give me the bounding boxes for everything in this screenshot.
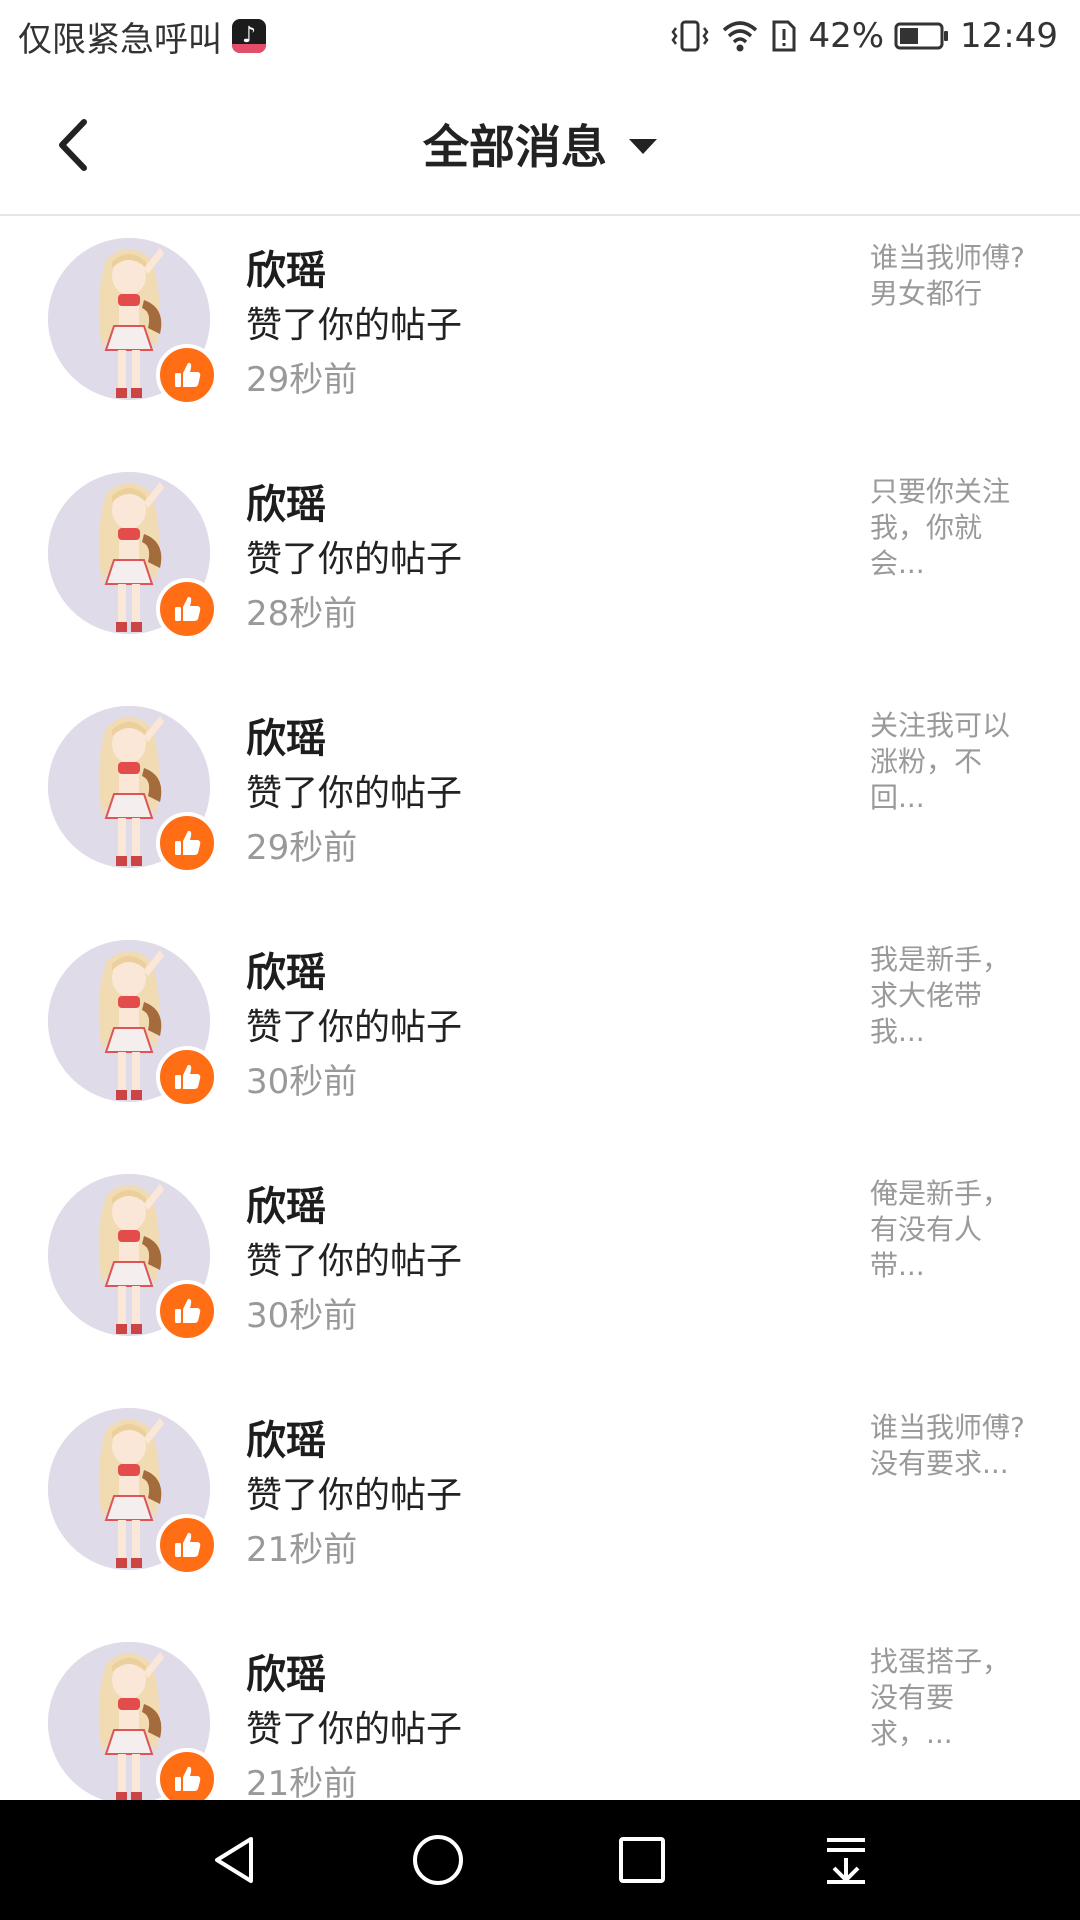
sender-name[interactable]: 欣瑶	[246, 1408, 326, 1466]
battery-percent: 42%	[808, 16, 885, 56]
message-item[interactable]: 欣瑶 赞了你的帖子 29秒前 关注我可以涨粉，不回...	[0, 684, 1080, 918]
back-triangle-icon	[215, 1837, 253, 1883]
sender-name[interactable]: 欣瑶	[246, 238, 326, 296]
tiktok-icon: ♪	[232, 19, 266, 53]
system-nav-bar	[0, 1800, 1080, 1920]
post-preview[interactable]: 谁当我师傅?男女都行	[870, 240, 1030, 312]
action-text: 赞了你的帖子	[246, 305, 463, 346]
thumbs-up-icon	[175, 596, 201, 621]
clock-text: 12:49	[960, 16, 1058, 56]
message-item[interactable]: 欣瑶 赞了你的帖子 30秒前 我是新手，求大佬带我...	[0, 918, 1080, 1152]
timestamp: 30秒前	[246, 1062, 358, 1102]
thumbs-up-icon	[175, 1532, 201, 1557]
sender-name[interactable]: 欣瑶	[246, 1174, 326, 1232]
action-text: 赞了你的帖子	[246, 1007, 463, 1048]
action-text: 赞了你的帖子	[246, 1475, 463, 1516]
notification-pulldown-icon	[827, 1838, 865, 1884]
app-header: 全部消息	[0, 72, 1080, 216]
action-text: 赞了你的帖子	[246, 1241, 463, 1282]
thumbs-up-badge	[156, 1514, 218, 1576]
thumbs-up-badge	[156, 1280, 218, 1342]
message-list[interactable]: 欣瑶 赞了你的帖子 29秒前 谁当我师傅?男女都行 欣瑶 赞了你的帖子 28秒前…	[0, 216, 1080, 1800]
sender-name[interactable]: 欣瑶	[246, 472, 326, 530]
timestamp: 28秒前	[246, 594, 358, 634]
thumbs-up-icon	[175, 830, 201, 855]
message-item[interactable]: 欣瑶 赞了你的帖子 30秒前 俺是新手，有没有人带...	[0, 1152, 1080, 1386]
recents-square-icon	[619, 1837, 665, 1883]
thumbs-up-icon	[175, 1298, 201, 1323]
sender-name[interactable]: 欣瑶	[246, 1642, 326, 1700]
message-item[interactable]: 欣瑶 赞了你的帖子 29秒前 谁当我师傅?男女都行	[0, 216, 1080, 450]
post-preview[interactable]: 我是新手，求大佬带我...	[870, 942, 1030, 1050]
thumbs-up-badge	[156, 578, 218, 640]
thumbs-up-badge	[156, 1046, 218, 1108]
thumbs-up-badge	[156, 1748, 218, 1800]
wifi-icon	[720, 18, 760, 54]
caret-down-icon	[629, 138, 657, 154]
message-item[interactable]: 欣瑶 赞了你的帖子 21秒前 找蛋搭子，没有要求，...	[0, 1620, 1080, 1800]
vibrate-icon	[670, 18, 710, 54]
thumbs-up-icon	[175, 362, 201, 387]
status-bar: 仅限紧急呼叫 ♪ 42% 12:49	[0, 0, 1080, 72]
post-preview[interactable]: 找蛋搭子，没有要求，...	[870, 1644, 1030, 1752]
timestamp: 29秒前	[246, 360, 358, 400]
action-text: 赞了你的帖子	[246, 1709, 463, 1750]
timestamp: 29秒前	[246, 828, 358, 868]
message-filter-dropdown[interactable]: 全部消息	[0, 114, 1080, 174]
nav-home-button[interactable]	[398, 1830, 478, 1890]
message-item[interactable]: 欣瑶 赞了你的帖子 28秒前 只要你关注我，你就会...	[0, 450, 1080, 684]
timestamp: 21秒前	[246, 1530, 358, 1570]
post-preview[interactable]: 关注我可以涨粉，不回...	[870, 708, 1030, 816]
thumbs-up-badge	[156, 344, 218, 406]
thumbs-up-icon	[175, 1064, 201, 1089]
action-text: 赞了你的帖子	[246, 773, 463, 814]
nav-notification-button[interactable]	[806, 1830, 886, 1890]
battery-alert-icon	[770, 18, 798, 54]
action-text: 赞了你的帖子	[246, 539, 463, 580]
timestamp: 21秒前	[246, 1764, 358, 1800]
post-preview[interactable]: 谁当我师傅?没有要求...	[870, 1410, 1030, 1482]
carrier-text: 仅限紧急呼叫	[18, 19, 222, 60]
post-preview[interactable]: 只要你关注我，你就会...	[870, 474, 1030, 582]
nav-recents-button[interactable]	[602, 1830, 682, 1890]
nav-back-button[interactable]	[194, 1830, 274, 1890]
post-preview[interactable]: 俺是新手，有没有人带...	[870, 1176, 1030, 1284]
thumbs-up-badge	[156, 812, 218, 874]
thumbs-up-icon	[175, 1766, 201, 1791]
sender-name[interactable]: 欣瑶	[246, 940, 326, 998]
battery-icon	[894, 21, 950, 51]
home-circle-icon	[413, 1835, 463, 1885]
sender-name[interactable]: 欣瑶	[246, 706, 326, 764]
page-title: 全部消息	[423, 120, 607, 174]
message-item[interactable]: 欣瑶 赞了你的帖子 21秒前 谁当我师傅?没有要求...	[0, 1386, 1080, 1620]
timestamp: 30秒前	[246, 1296, 358, 1336]
